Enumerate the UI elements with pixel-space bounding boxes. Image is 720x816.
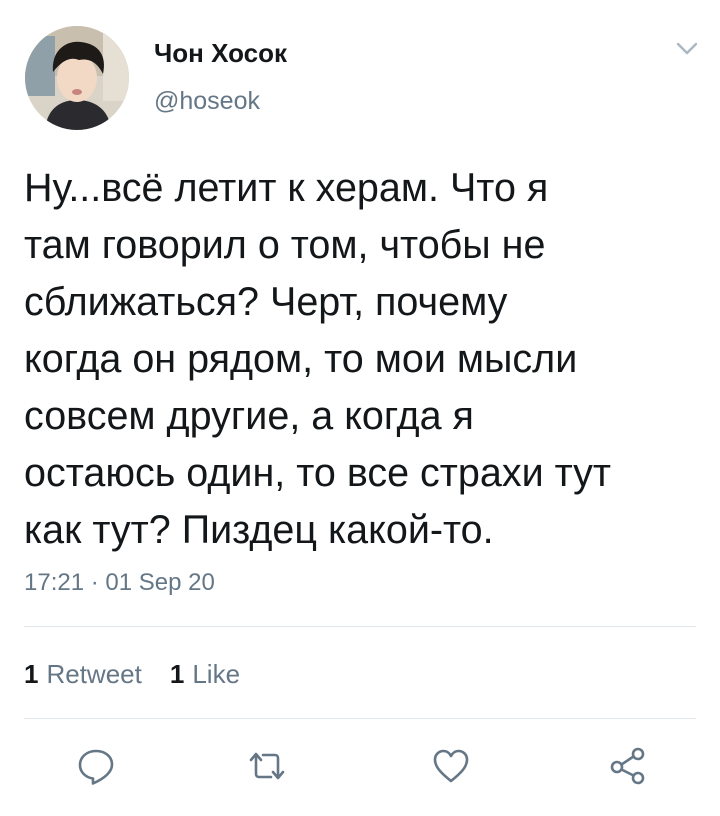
- retweet-icon: [249, 752, 285, 780]
- tweet-text-line: Ну...всё летит к херам. Что я: [24, 166, 549, 210]
- like-count: 1: [169, 659, 185, 689]
- tweet-timestamp[interactable]: 17:21 · 01 Sep 20: [24, 568, 215, 598]
- user-handle[interactable]: @hoseok: [154, 86, 260, 116]
- retweet-label: Retweet: [46, 659, 142, 689]
- heart-icon: [433, 749, 469, 783]
- retweet-count: 1: [24, 659, 39, 689]
- tweet-card: Чон Хосок @hoseok Ну...всё летит к херам…: [0, 0, 720, 816]
- like-label: Like: [192, 659, 241, 689]
- tweet-text-line: совсем другие, а когда я: [24, 394, 474, 438]
- avatar-image: [25, 26, 129, 130]
- tweet-text: Ну...всё летит к херам. Что я там говори…: [24, 160, 696, 559]
- divider: [24, 626, 696, 627]
- chevron-down-icon[interactable]: [672, 36, 702, 60]
- avatar[interactable]: [25, 26, 129, 130]
- tweet-text-line: когда он рядом, то мои мысли: [24, 337, 578, 381]
- tweet-text-line: там говорил о том, чтобы не: [24, 223, 546, 267]
- tweet-text-line: как тут? Пиздец какой-то.: [24, 508, 494, 552]
- display-name[interactable]: Чон Хосок: [154, 38, 287, 68]
- share-icon: [610, 747, 645, 785]
- retweet-count-link[interactable]: 1 Retweet: [24, 659, 142, 689]
- divider: [24, 718, 696, 719]
- retweet-button[interactable]: [245, 745, 289, 787]
- share-button[interactable]: [606, 745, 650, 787]
- reply-button[interactable]: [74, 745, 118, 787]
- engagement-stats: 1 Retweet 1 Like: [24, 659, 268, 689]
- tweet-text-line: сближаться? Черт, почему: [24, 280, 508, 324]
- like-count-link[interactable]: 1 Like: [170, 659, 240, 689]
- tweet-text-line: остаюсь один, то все страхи тут: [24, 451, 612, 495]
- reply-icon: [78, 749, 114, 785]
- like-button[interactable]: [429, 745, 473, 787]
